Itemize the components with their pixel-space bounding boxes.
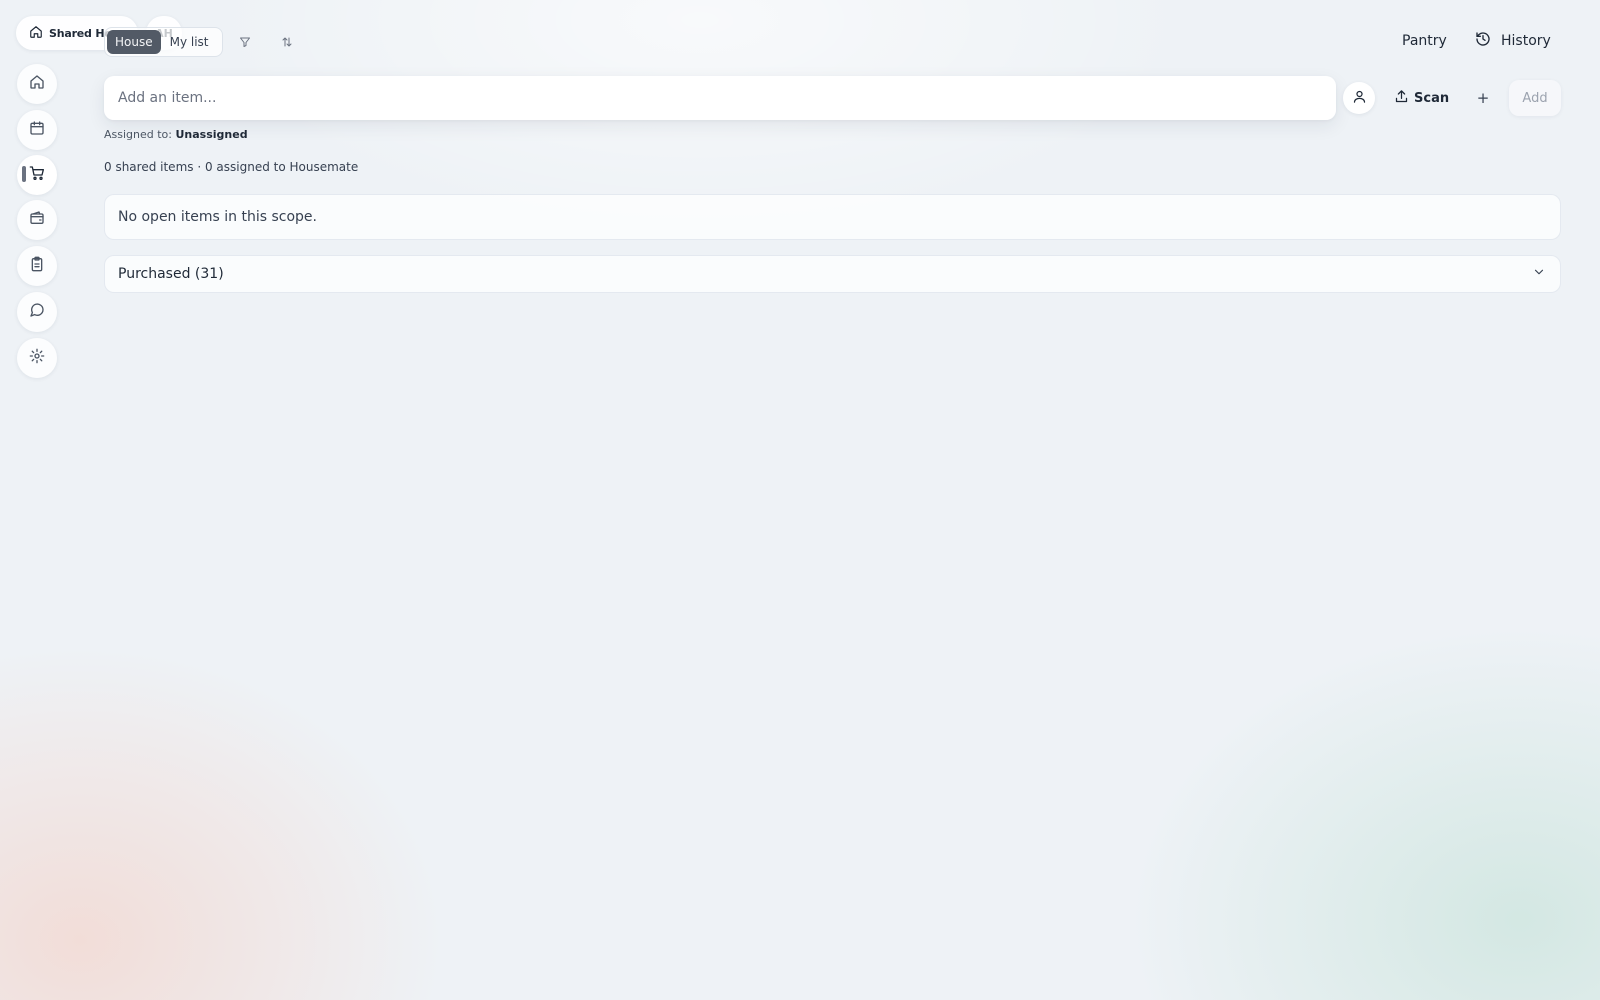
active-indicator bbox=[22, 166, 26, 182]
sidebar-item-settings[interactable] bbox=[17, 338, 57, 378]
sidebar-item-wallet[interactable] bbox=[17, 200, 57, 240]
add-details-button[interactable]: + bbox=[1474, 86, 1492, 110]
calendar-icon bbox=[29, 120, 45, 140]
scan-button[interactable]: Scan bbox=[1394, 86, 1449, 110]
history-icon bbox=[1475, 31, 1491, 51]
wallet-icon bbox=[29, 210, 45, 230]
purchased-section[interactable]: Purchased (31) bbox=[104, 255, 1561, 293]
upload-icon bbox=[1394, 89, 1409, 108]
add-item-input[interactable] bbox=[104, 76, 1336, 120]
cart-icon bbox=[29, 165, 45, 185]
pantry-label: Pantry bbox=[1402, 33, 1447, 49]
home-icon bbox=[29, 74, 45, 94]
gear-icon bbox=[29, 348, 45, 368]
assigned-prefix: Assigned to: bbox=[104, 128, 172, 141]
sidebar-item-home[interactable] bbox=[17, 64, 57, 104]
sidebar-item-calendar[interactable] bbox=[17, 110, 57, 150]
assign-button[interactable] bbox=[1343, 82, 1375, 114]
sidebar-item-chores[interactable] bbox=[17, 246, 57, 286]
add-button[interactable]: Add bbox=[1509, 80, 1561, 116]
chat-icon bbox=[29, 302, 45, 322]
user-icon bbox=[1352, 89, 1367, 108]
purchased-label: Purchased (31) bbox=[118, 266, 224, 282]
scan-label: Scan bbox=[1414, 90, 1450, 106]
tab-house[interactable]: House bbox=[107, 30, 161, 54]
home-icon bbox=[29, 25, 43, 42]
pantry-link[interactable]: Pantry bbox=[1402, 30, 1447, 52]
empty-message: No open items in this scope. bbox=[118, 209, 317, 225]
sort-icon[interactable] bbox=[278, 33, 296, 51]
tab-my-list[interactable]: My list bbox=[161, 30, 218, 54]
filter-icon[interactable] bbox=[236, 33, 254, 51]
list-summary: 0 shared items · 0 assigned to Housemate bbox=[104, 160, 359, 174]
history-label: History bbox=[1501, 33, 1551, 49]
scope-toggle: House My list bbox=[104, 27, 223, 57]
assigned-value[interactable]: Unassigned bbox=[176, 128, 248, 141]
assigned-to: Assigned to: Unassigned bbox=[104, 128, 248, 141]
clipboard-icon bbox=[29, 256, 45, 276]
sidebar-item-chat[interactable] bbox=[17, 292, 57, 332]
empty-state: No open items in this scope. bbox=[104, 194, 1561, 240]
add-item-field bbox=[104, 76, 1336, 120]
chevron-down-icon bbox=[1532, 265, 1546, 283]
history-link[interactable]: History bbox=[1475, 30, 1551, 52]
